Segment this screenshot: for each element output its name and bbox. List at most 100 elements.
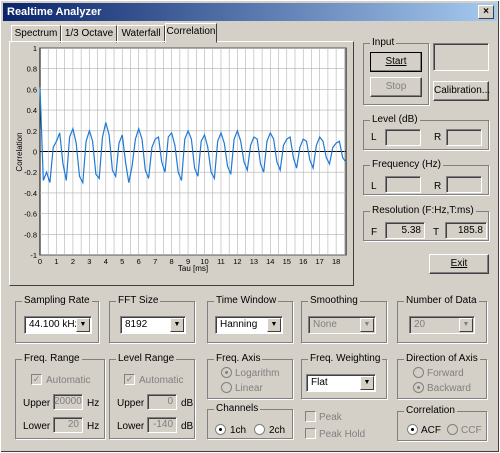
freq-weighting-label: Freq. Weighting	[308, 353, 383, 364]
level-r-value	[446, 129, 482, 146]
freq-axis-label: Freq. Axis	[214, 353, 263, 364]
tab-correlation[interactable]: Correlation	[165, 23, 217, 43]
direction-backward-label: Backward	[427, 383, 471, 394]
time-window-select[interactable]: Hanning ▼	[215, 316, 283, 334]
start-button[interactable]: Start	[370, 52, 422, 72]
freq-range-upper-unit: Hz	[87, 398, 100, 409]
x-tick-label: 16	[299, 257, 307, 266]
freq-axis-linear-radio[interactable]	[221, 382, 232, 393]
level-r-label: R	[434, 132, 442, 143]
chevron-down-icon[interactable]: ▼	[267, 318, 281, 332]
chevron-down-icon[interactable]: ▼	[76, 318, 90, 332]
y-tick-label: 0.6	[27, 85, 37, 94]
level-range-lower-field[interactable]: -140	[147, 417, 177, 433]
level-range-lower-label: Lower	[117, 421, 145, 432]
y-tick-label: 0.4	[27, 106, 37, 115]
y-tick-labels: 1 0.8 0.6 0.4 0.2 0 -0.2 -0.4 -0.6 -0.8 -1	[24, 44, 37, 260]
y-tick-label: 1	[33, 44, 37, 53]
y-tick-label: -0.4	[24, 189, 37, 198]
chevron-down-icon[interactable]: ▼	[360, 376, 374, 390]
direction-label: Direction of Axis	[404, 353, 480, 364]
freq-weighting-value: Flat	[311, 377, 328, 388]
fft-size-select[interactable]: 8192 ▼	[120, 316, 186, 334]
resolution-t-value: 185.8	[445, 222, 487, 239]
time-window-value: Hanning	[220, 319, 258, 330]
level-l-label: L	[371, 132, 377, 143]
freq-range-automatic-label: Automatic	[46, 375, 91, 386]
sampling-rate-select[interactable]: 44.100 kHz ▼	[24, 316, 92, 334]
fft-size-label: FFT Size	[116, 295, 161, 306]
y-tick-label: -0.2	[24, 168, 37, 177]
x-tick-label: 14	[266, 257, 274, 266]
x-tick-label: 3	[87, 257, 91, 266]
x-tick-label: 8	[170, 257, 174, 266]
freq-axis-logarithm-radio[interactable]	[221, 367, 232, 378]
channel-1ch-radio[interactable]	[215, 424, 226, 435]
direction-forward-label: Forward	[427, 368, 464, 379]
level-range-upper-field[interactable]: 0	[147, 394, 177, 410]
calibration-button[interactable]: Calibration...	[433, 81, 490, 101]
exit-button[interactable]: Exit	[429, 254, 489, 274]
level-range-automatic-checkbox[interactable]: ✓	[124, 374, 135, 385]
resolution-t-label: T	[433, 227, 440, 238]
freq-axis-linear-label: Linear	[235, 383, 263, 394]
x-tick-label: 13	[250, 257, 258, 266]
y-tick-label: 0	[33, 148, 37, 157]
freq-range-upper-label: Upper	[23, 398, 51, 409]
x-tick-label: 7	[153, 257, 157, 266]
freq-range-label: Freq. Range	[22, 353, 82, 364]
freq-range-automatic-checkbox[interactable]: ✓	[31, 374, 42, 385]
level-range-lower-unit: dB	[181, 421, 194, 432]
x-tick-label: 12	[233, 257, 241, 266]
channel-2ch-radio[interactable]	[254, 424, 265, 435]
fft-size-value: 8192	[125, 319, 148, 330]
freq-range-lower-label: Lower	[23, 421, 51, 432]
x-tick-label: 4	[104, 257, 108, 266]
direction-backward-radio[interactable]	[413, 382, 424, 393]
close-button[interactable]: ×	[478, 5, 494, 19]
channel-2ch-label: 2ch	[269, 425, 286, 436]
level-range-upper-label: Upper	[117, 398, 145, 409]
channels-label: Channels	[214, 403, 261, 414]
stop-button[interactable]: Stop	[370, 77, 422, 97]
freq-range-upper-field[interactable]: 20000	[53, 394, 83, 410]
peak-hold-checkbox[interactable]	[305, 428, 316, 439]
freq-range-lower-unit: Hz	[87, 421, 100, 432]
correlation-ccf-radio[interactable]	[447, 424, 458, 435]
x-tick-label: 6	[137, 257, 141, 266]
y-tick-label: -0.6	[24, 210, 37, 219]
time-window-label: Time Window	[214, 295, 279, 306]
freq-axis-logarithm-label: Logarithm	[235, 368, 280, 379]
y-tick-label: 0.8	[27, 65, 37, 74]
title-bar: Realtime Analyzer ×	[3, 3, 497, 21]
direction-forward-radio[interactable]	[413, 367, 424, 378]
correlation-acf-label: ACF	[421, 425, 441, 436]
level-group-label: Level (dB)	[370, 114, 420, 125]
resolution-f-value: 5.38	[385, 222, 425, 239]
freq-range-lower-field[interactable]: 20	[53, 417, 83, 433]
channel-1ch-label: 1ch	[230, 425, 247, 436]
smoothing-value: None	[313, 319, 337, 330]
correlation-label: Correlation	[404, 405, 457, 416]
level-l-value	[385, 129, 421, 146]
number-of-data-label: Number of Data	[404, 295, 479, 306]
peak-hold-label: Peak Hold	[319, 429, 366, 440]
chevron-down-icon[interactable]: ▼	[170, 318, 184, 332]
x-tick-label: 5	[120, 257, 124, 266]
input-group-label: Input	[370, 37, 397, 48]
chevron-down-icon[interactable]: ▼	[360, 318, 374, 332]
chevron-down-icon[interactable]: ▼	[459, 318, 473, 332]
correlation-chart: 10.80.60.40.20-0.2-0.4-0.6-0.8-1 0123456…	[15, 44, 347, 273]
correlation-acf-radio[interactable]	[407, 424, 418, 435]
frequency-group-label: Frequency (Hz)	[370, 159, 443, 170]
level-range-automatic-label: Automatic	[139, 375, 184, 386]
smoothing-select[interactable]: None ▼	[308, 316, 376, 334]
correlation-ccf-label: CCF	[461, 425, 482, 436]
peak-checkbox[interactable]	[305, 411, 316, 422]
number-of-data-select[interactable]: 20 ▼	[409, 316, 475, 334]
frequency-l-value	[385, 176, 421, 193]
freq-weighting-select[interactable]: Flat ▼	[306, 374, 376, 392]
frequency-r-value	[446, 176, 482, 193]
x-tick-label: 15	[283, 257, 291, 266]
resolution-f-label: F	[371, 227, 378, 238]
